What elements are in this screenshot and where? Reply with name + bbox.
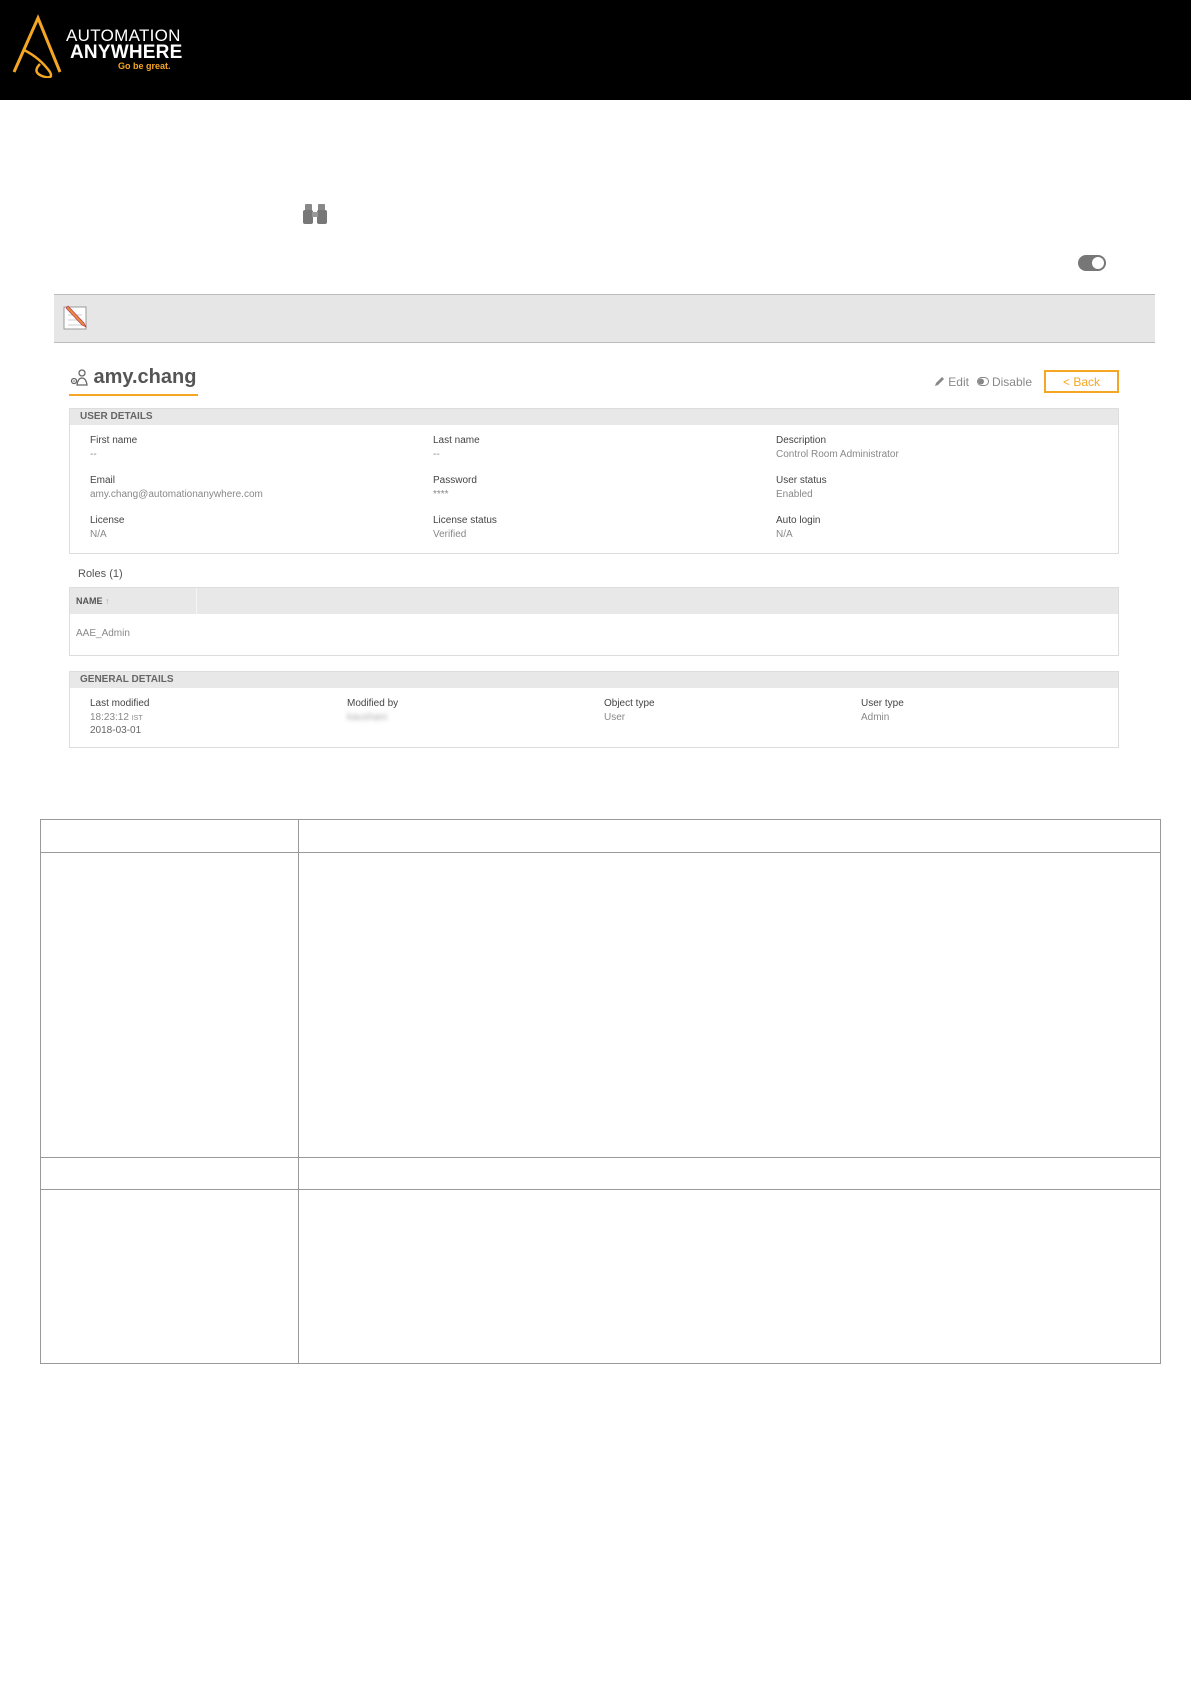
page-title: amy.chang (93, 366, 197, 388)
user-settings-icon (70, 368, 88, 386)
roles-heading: Roles (1) (78, 568, 123, 580)
column-header-name[interactable]: NAME ↑ (70, 588, 197, 614)
last-modified-tz: IST (131, 715, 143, 722)
edit-toolbar (54, 294, 1155, 343)
field-license-status: License status Verified (433, 515, 497, 540)
document-table (40, 819, 1161, 1364)
user-title: amy.chang (69, 366, 199, 396)
field-last-modified: Last modified 18:23:12 IST 2018-03-01 (90, 698, 149, 736)
roles-table: NAME ↑ AAE_Admin (69, 587, 1119, 656)
disable-label: Disable (991, 374, 1032, 389)
field-value: -- (90, 449, 97, 460)
field-label: Auto login (776, 515, 821, 526)
field-auto-login: Auto login N/A (776, 515, 820, 540)
field-value: Enabled (776, 489, 813, 500)
edit-label: Edit (948, 374, 969, 389)
field-value: 18:23:12 IST (90, 712, 149, 723)
field-label: Last modified (90, 698, 150, 709)
table-divider (41, 852, 1160, 853)
pencil-note-icon[interactable] (62, 303, 90, 331)
field-value: **** (433, 489, 449, 500)
sort-arrow-icon: ↑ (105, 596, 110, 606)
field-value: amy.chang@automationanywhere.com (90, 489, 263, 500)
last-modified-date: 2018-03-01 (90, 725, 142, 736)
field-last-name: Last name -- (433, 435, 480, 460)
table-divider (41, 1189, 1160, 1190)
field-modified-by: Modified by kaushani (347, 698, 398, 723)
back-button[interactable]: < Back (1044, 370, 1119, 393)
field-value: Admin (861, 712, 890, 723)
field-value: -- (433, 449, 440, 460)
toggle-small-icon (976, 377, 989, 386)
field-value: Control Room Administrator (776, 449, 899, 460)
logo-tagline: Go be great. (118, 61, 171, 71)
general-details-heading: GENERAL DETAILS (70, 672, 1118, 688)
disable-button[interactable]: Disable (976, 374, 1032, 389)
field-object-type: Object type User (604, 698, 655, 723)
binoculars-icon[interactable] (302, 202, 328, 226)
field-value-blurred: kaushani (347, 712, 388, 723)
user-actions: Edit Disable < Back (934, 370, 1119, 393)
last-modified-time: 18:23:12 (90, 712, 129, 723)
field-label: License (90, 515, 125, 526)
user-details-heading: USER DETAILS (70, 409, 1118, 425)
roles-title: Roles (78, 568, 107, 580)
field-label: License status (433, 515, 497, 526)
field-label: Object type (604, 698, 655, 709)
field-label: Email (90, 475, 116, 486)
field-label: Description (776, 435, 827, 446)
table-divider (298, 820, 299, 1363)
field-value: N/A (90, 529, 107, 540)
field-label: User type (861, 698, 904, 709)
field-description: Description Control Room Administrator (776, 435, 899, 460)
automation-anywhere-logo-icon (12, 14, 62, 78)
roles-table-header: NAME ↑ (70, 588, 1118, 614)
user-details-panel: USER DETAILS First name -- Last name -- … (69, 408, 1119, 554)
general-details-panel: GENERAL DETAILS Last modified 18:23:12 I… (69, 671, 1119, 748)
edit-button[interactable]: Edit (934, 375, 969, 389)
field-user-status: User status Enabled (776, 475, 827, 500)
roles-count: (1) (109, 568, 123, 580)
column-name-label: NAME (76, 596, 103, 606)
field-value: User (604, 712, 626, 723)
table-row[interactable]: AAE_Admin (76, 628, 130, 639)
table-divider (41, 1157, 1160, 1158)
field-password: Password **** (433, 475, 477, 500)
field-email: Email amy.chang@automationanywhere.com (90, 475, 263, 500)
pencil-icon (935, 377, 945, 386)
field-label: Last name (433, 435, 480, 446)
field-first-name: First name -- (90, 435, 137, 460)
field-value: Verified (433, 529, 467, 540)
field-label: First name (90, 435, 138, 446)
field-label: Modified by (347, 698, 399, 709)
field-license: License N/A (90, 515, 124, 540)
toggle-icon[interactable] (1078, 255, 1106, 271)
field-value: N/A (776, 529, 793, 540)
app-header: AUTOMATION ANYWHERE Go be great. (0, 0, 1191, 100)
field-user-type: User type Admin (861, 698, 904, 723)
field-label: User status (776, 475, 827, 486)
field-label: Password (433, 475, 477, 486)
